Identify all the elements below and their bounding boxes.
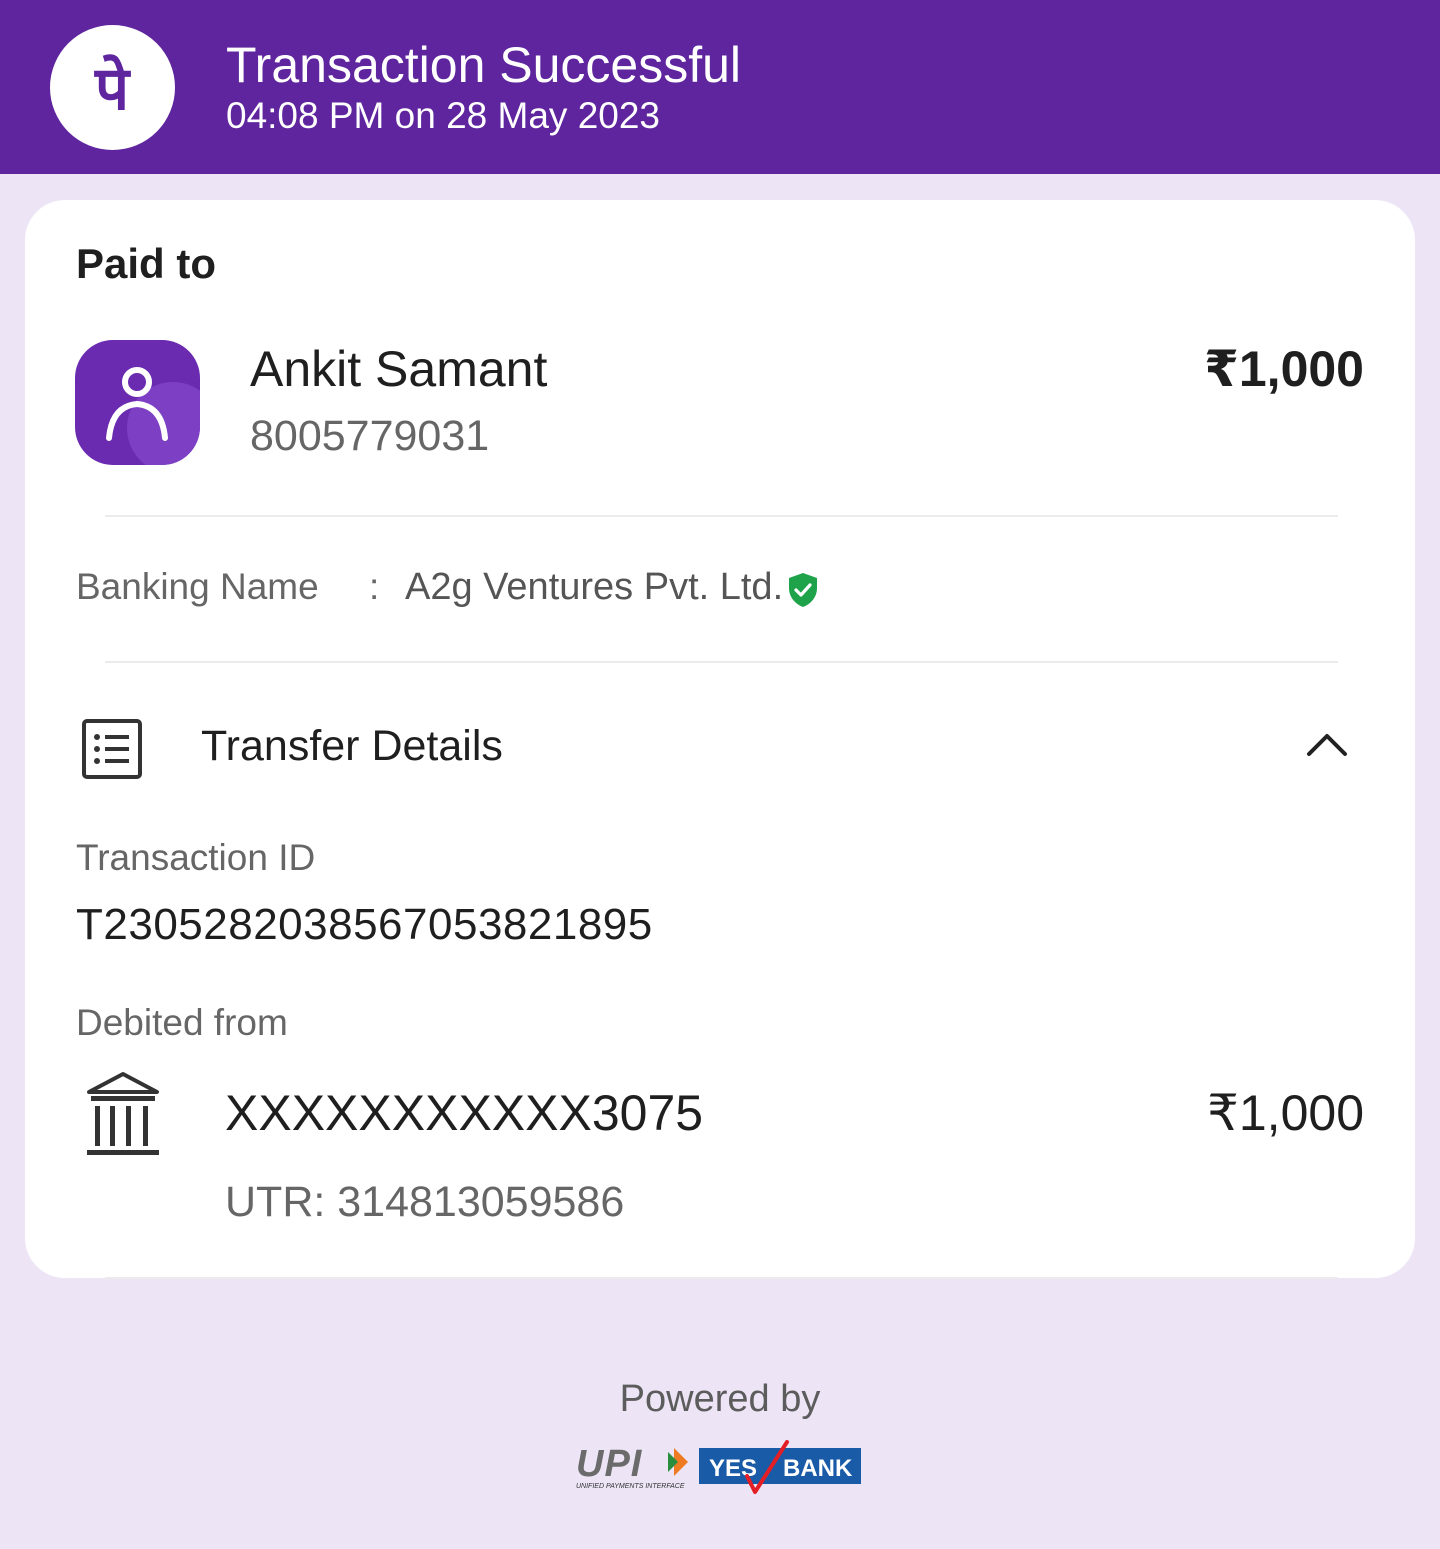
transaction-status-title: Transaction Successful — [226, 37, 742, 93]
banking-name-separator: : — [369, 566, 380, 607]
powered-by-label: Powered by — [619, 1378, 821, 1420]
debited-from-label: Debited from — [76, 1002, 288, 1043]
transfer-details-title[interactable]: Transfer Details — [201, 722, 503, 771]
divider — [105, 661, 1338, 663]
svg-text:UNIFIED PAYMENTS INTERFACE: UNIFIED PAYMENTS INTERFACE — [576, 1483, 685, 1490]
yes-bank-logo: YES BANK — [699, 1438, 861, 1496]
svg-text:UPI: UPI — [576, 1443, 643, 1485]
utr-number: UTR: 314813059586 — [225, 1178, 625, 1226]
contact-avatar-icon — [75, 340, 200, 465]
shield-check-icon — [787, 572, 819, 608]
bank-icon — [83, 1070, 163, 1158]
banking-name-label: Banking Name — [76, 566, 319, 607]
payee-name: Ankit Samant — [250, 341, 548, 397]
transaction-timestamp: 04:08 PM on 28 May 2023 — [226, 95, 661, 136]
header-bar: पे Transaction Successful 04:08 PM on 28… — [0, 0, 1440, 174]
chevron-up-icon[interactable] — [1305, 730, 1349, 760]
transaction-id-value: T2305282038567053821895 — [76, 900, 653, 949]
banking-name-value: A2g Ventures Pvt. Ltd. — [405, 566, 784, 608]
list-icon — [81, 718, 143, 780]
debit-account-number: XXXXXXXXXXX3075 — [225, 1085, 704, 1141]
payee-phone: 8005779031 — [250, 412, 490, 460]
transaction-id-label: Transaction ID — [76, 837, 316, 878]
upi-logo: UPI UNIFIED PAYMENTS INTERFACE — [574, 1442, 692, 1490]
paid-to-label: Paid to — [76, 240, 217, 287]
transaction-card: Paid to Ankit Samant 8005779031 ₹1,000 B… — [25, 200, 1415, 1278]
debited-amount: ₹1,000 — [1207, 1085, 1364, 1141]
phonepe-logo: पे — [50, 25, 175, 150]
card-bottom-edge — [105, 1277, 1338, 1279]
svg-text:पे: पे — [94, 54, 131, 124]
paid-amount: ₹1,000 — [1204, 341, 1364, 397]
divider — [105, 515, 1338, 517]
phonepe-logo-mark: पे — [94, 54, 131, 124]
svg-text:BANK: BANK — [783, 1455, 853, 1482]
